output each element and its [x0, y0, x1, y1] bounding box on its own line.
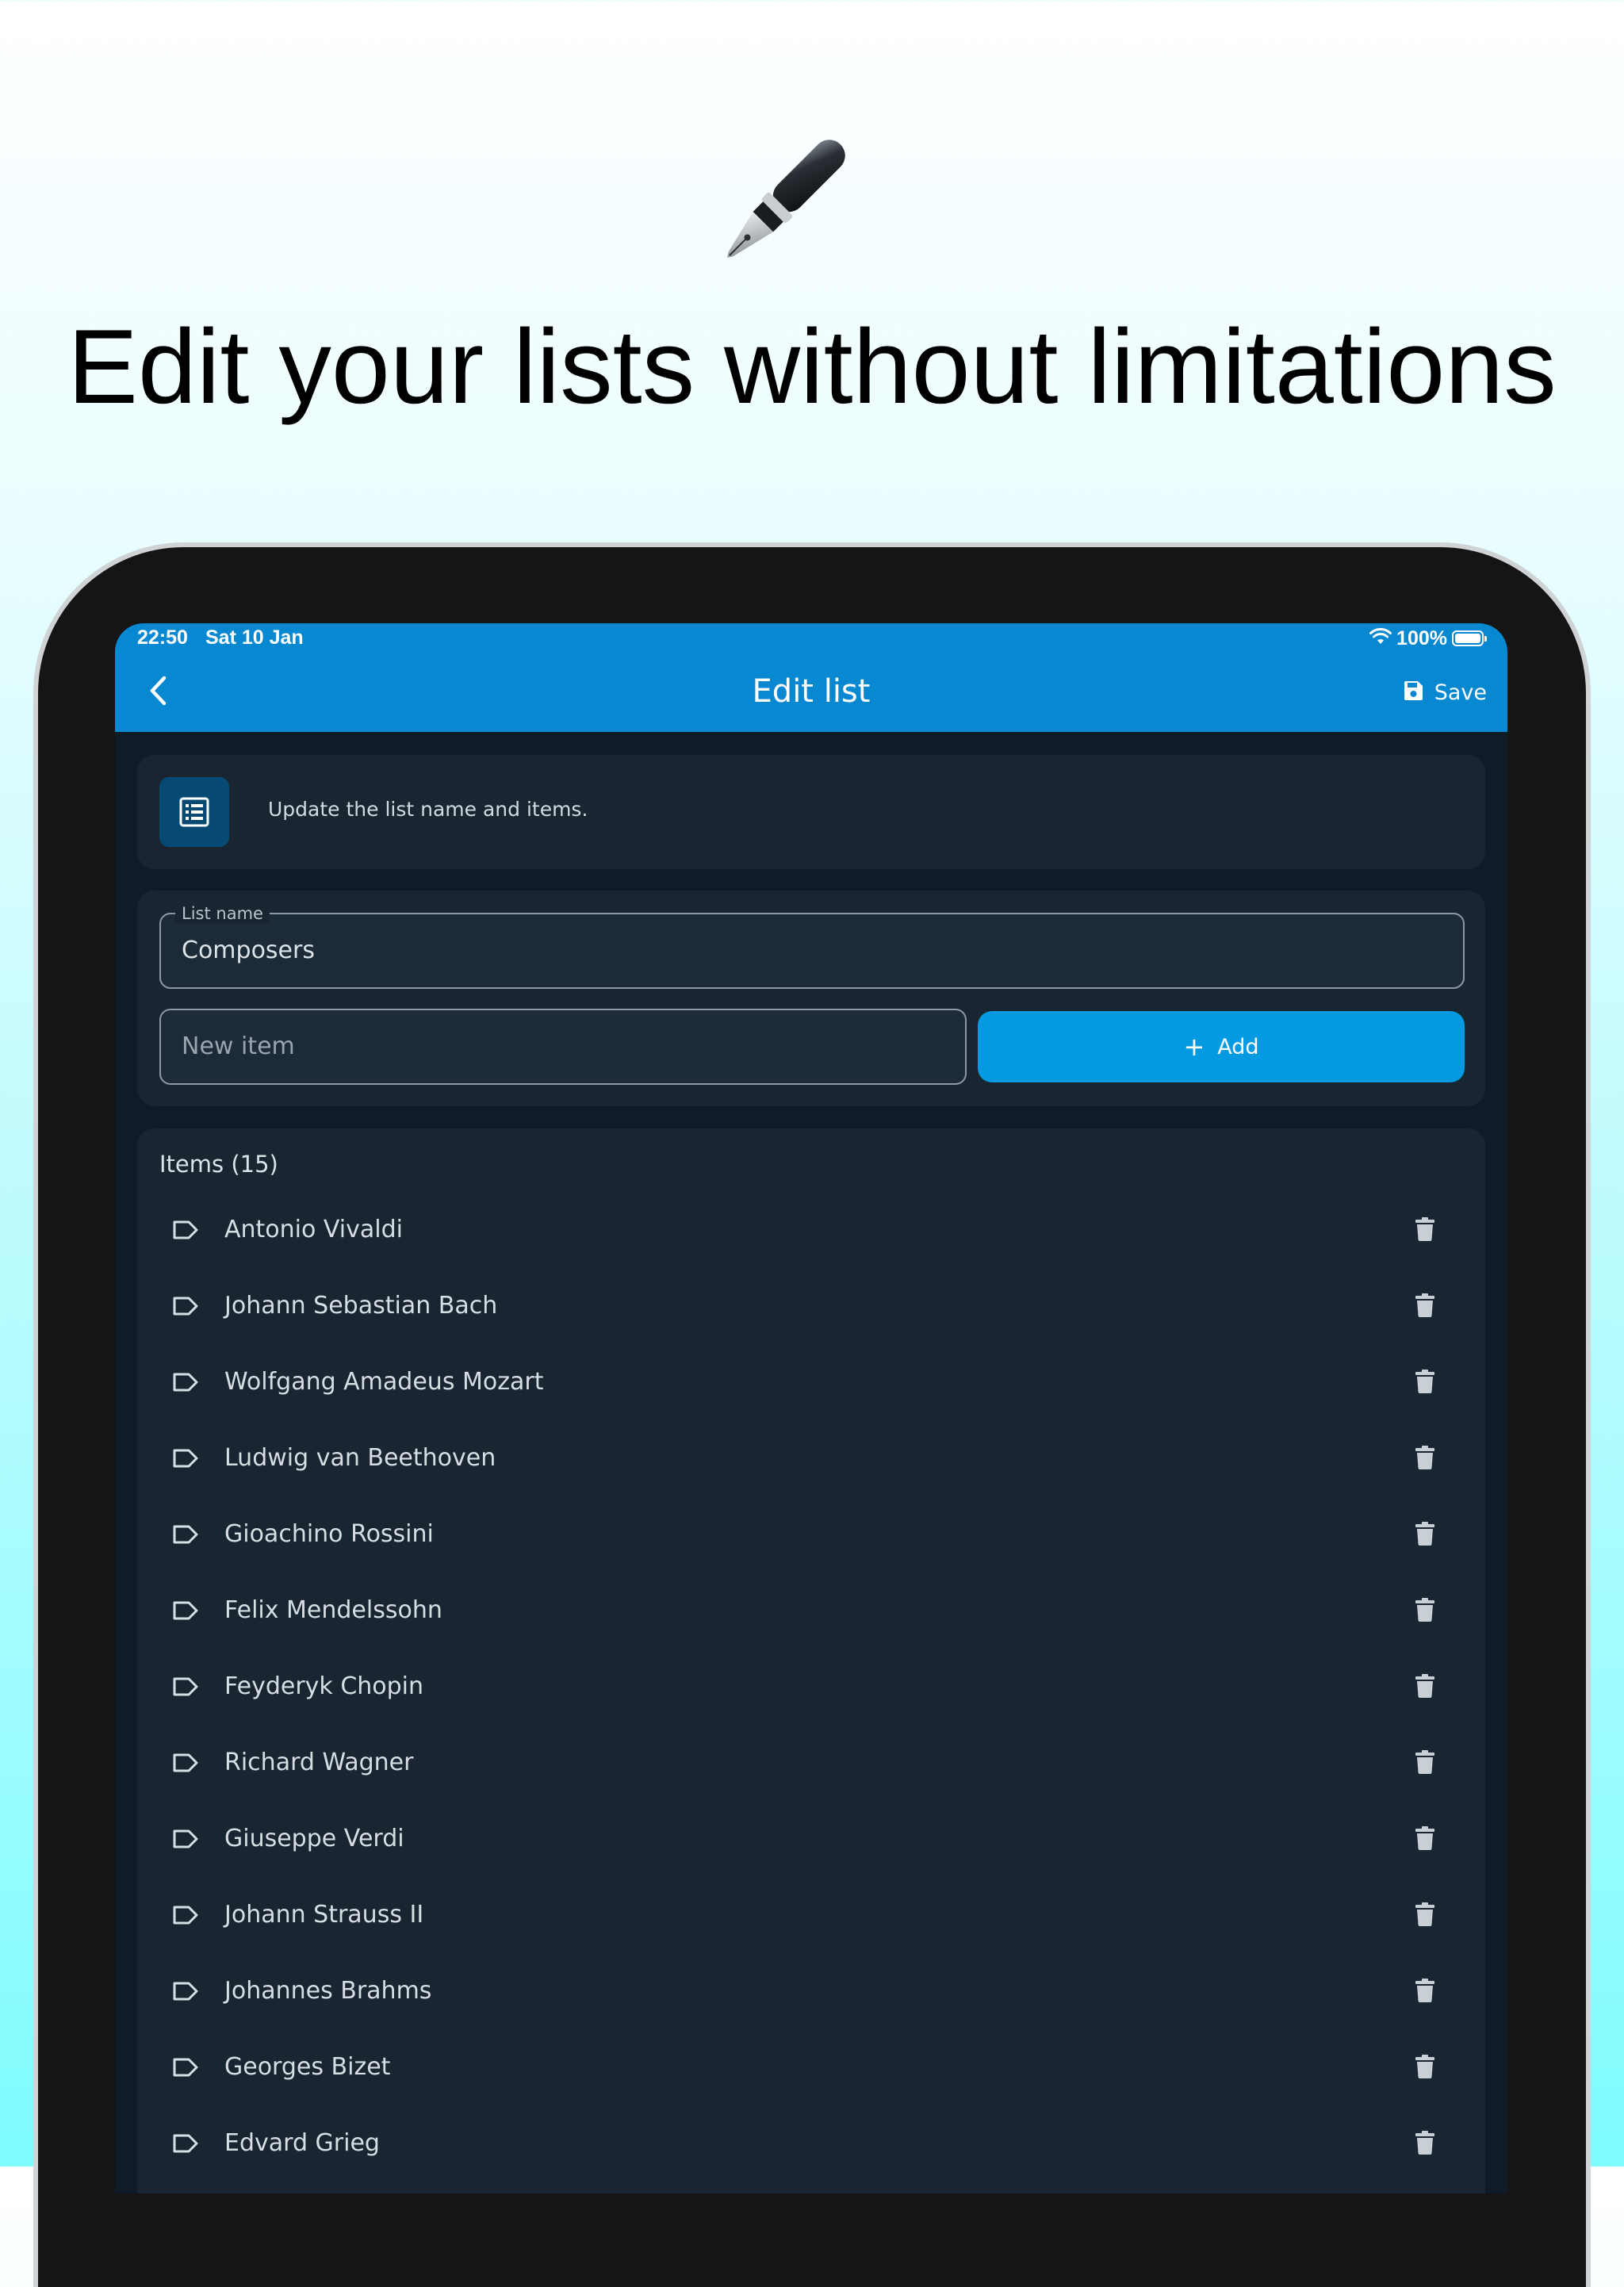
trash-icon	[1415, 1522, 1434, 1549]
info-text: Update the list name and items.	[268, 798, 588, 821]
items-card: Items (15) Antonio Vivaldi Johann Sebast…	[137, 1128, 1485, 2193]
item-label: Johann Strauss II	[224, 1901, 424, 1929]
battery-percentage: 100%	[1396, 626, 1447, 649]
list-item[interactable]: Gioachino Rossini	[137, 1496, 1485, 1573]
trash-icon	[1415, 2131, 1434, 2158]
label-tag-icon	[172, 1372, 199, 1393]
item-list: Antonio Vivaldi Johann Sebastian Bach Wo…	[137, 1192, 1485, 2182]
label-tag-icon	[172, 1600, 199, 1621]
label-tag-icon	[172, 1220, 199, 1240]
item-label: Feyderyk Chopin	[224, 1672, 424, 1700]
label-tag-icon	[172, 1676, 199, 1697]
items-header: Items (15)	[159, 1151, 278, 1178]
list-item[interactable]: Edvard Grieg	[137, 2105, 1485, 2182]
delete-button[interactable]	[1411, 1596, 1439, 1626]
label-tag-icon	[172, 1829, 199, 1849]
delete-button[interactable]	[1411, 1977, 1439, 2007]
item-label: Johann Sebastian Bach	[224, 1292, 498, 1320]
label-tag-icon	[172, 1905, 199, 1925]
headline: Edit your lists without limitations	[67, 308, 1557, 426]
list-item[interactable]: Feyderyk Chopin	[137, 1649, 1485, 1725]
delete-button[interactable]	[1411, 1444, 1439, 1474]
trash-icon	[1415, 1446, 1434, 1473]
list-item[interactable]: Johannes Brahms	[137, 1953, 1485, 2029]
app-screen: 22:50 Sat 10 Jan 100% Edit list Save Upd…	[115, 623, 1507, 2193]
wifi-icon	[1369, 627, 1392, 649]
item-label: Giuseppe Verdi	[224, 1825, 404, 1852]
delete-button[interactable]	[1411, 1672, 1439, 1703]
label-tag-icon	[172, 1981, 199, 2002]
trash-icon	[1415, 1979, 1434, 2005]
list-item[interactable]: Antonio Vivaldi	[137, 1192, 1485, 1268]
trash-icon	[1415, 1293, 1434, 1320]
floppy-disk-icon	[1403, 680, 1423, 704]
plus-icon: +	[1183, 1032, 1205, 1062]
battery-icon	[1452, 630, 1487, 646]
list-icon	[159, 777, 229, 847]
info-card: Update the list name and items.	[137, 755, 1485, 869]
status-date: Sat 10 Jan	[205, 626, 304, 649]
list-item[interactable]: Wolfgang Amadeus Mozart	[137, 1344, 1485, 1420]
list-item[interactable]: Giuseppe Verdi	[137, 1801, 1485, 1877]
trash-icon	[1415, 1674, 1434, 1701]
list-item[interactable]: Johann Strauss II	[137, 1877, 1485, 1953]
item-label: Gioachino Rossini	[224, 1520, 434, 1548]
delete-button[interactable]	[1411, 1520, 1439, 1550]
list-name-value: Composers	[182, 937, 315, 964]
delete-button[interactable]	[1411, 1749, 1439, 1779]
add-label: Add	[1217, 1034, 1259, 1059]
delete-button[interactable]	[1411, 2053, 1439, 2083]
item-label: Edvard Grieg	[224, 2129, 380, 2157]
item-label: Felix Mendelssohn	[224, 1596, 442, 1624]
label-tag-icon	[172, 1753, 199, 1773]
trash-icon	[1415, 1750, 1434, 1777]
delete-button[interactable]	[1411, 1368, 1439, 1398]
delete-button[interactable]	[1411, 1825, 1439, 1855]
label-tag-icon	[172, 2133, 199, 2154]
new-item-input[interactable]: New item	[159, 1009, 967, 1085]
item-label: Richard Wagner	[224, 1749, 414, 1776]
trash-icon	[1415, 1598, 1434, 1625]
list-item[interactable]: Richard Wagner	[137, 1725, 1485, 1801]
trash-icon	[1415, 2055, 1434, 2082]
status-indicators: 100%	[1369, 625, 1487, 652]
list-item[interactable]: Ludwig van Beethoven	[137, 1420, 1485, 1496]
label-tag-icon	[172, 1296, 199, 1316]
item-label: Wolfgang Amadeus Mozart	[224, 1368, 544, 1396]
trash-icon	[1415, 1370, 1434, 1396]
save-label: Save	[1434, 680, 1487, 705]
item-label: Georges Bizet	[224, 2053, 391, 2081]
label-tag-icon	[172, 2057, 199, 2078]
new-item-placeholder: New item	[182, 1032, 295, 1060]
item-label: Johannes Brahms	[224, 1977, 432, 2005]
list-name-label: List name	[175, 904, 270, 923]
delete-button[interactable]	[1411, 2129, 1439, 2159]
trash-icon	[1415, 1826, 1434, 1853]
add-item-button[interactable]: + Add	[978, 1011, 1465, 1082]
trash-icon	[1415, 1902, 1434, 1929]
list-form-card: List name Composers New item + Add	[137, 891, 1485, 1106]
list-item[interactable]: Johann Sebastian Bach	[137, 1268, 1485, 1344]
delete-button[interactable]	[1411, 1216, 1439, 1246]
item-label: Ludwig van Beethoven	[224, 1444, 496, 1472]
list-item[interactable]: Felix Mendelssohn	[137, 1573, 1485, 1649]
list-name-field[interactable]: List name Composers	[159, 904, 1465, 989]
delete-button[interactable]	[1411, 1901, 1439, 1931]
save-button[interactable]: Save	[1403, 672, 1487, 712]
label-tag-icon	[172, 1524, 199, 1545]
app-bar: 22:50 Sat 10 Jan 100% Edit list Save	[115, 623, 1507, 732]
page-title: Edit list	[752, 673, 871, 710]
delete-button[interactable]	[1411, 1292, 1439, 1322]
list-item[interactable]: Georges Bizet	[137, 2029, 1485, 2105]
trash-icon	[1415, 1217, 1434, 1244]
status-time: 22:50	[137, 626, 188, 649]
fountain-pen-icon	[715, 127, 858, 270]
item-label: Antonio Vivaldi	[224, 1216, 403, 1243]
label-tag-icon	[172, 1448, 199, 1469]
